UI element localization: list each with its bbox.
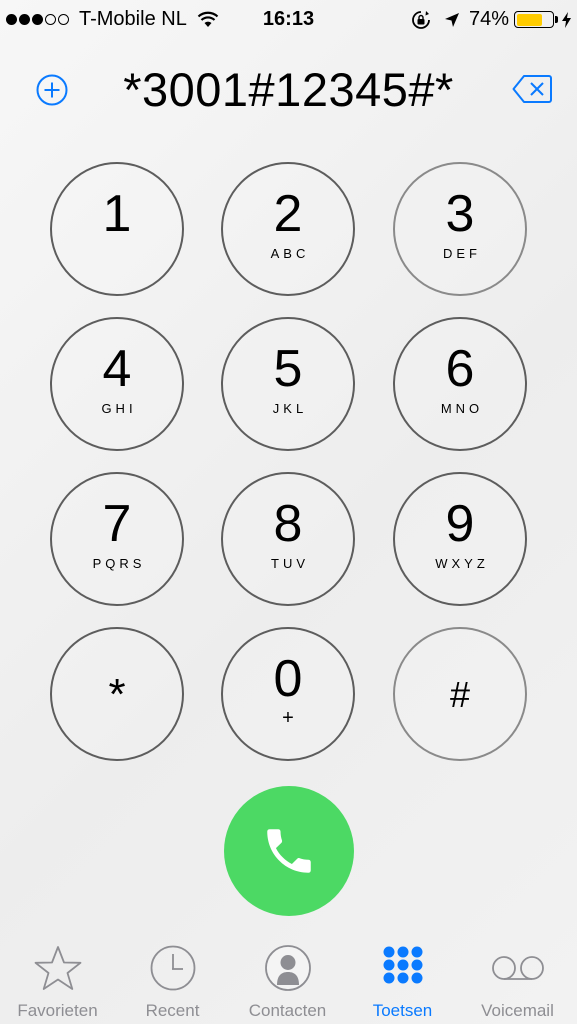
key-digit: 4	[102, 340, 132, 398]
clock-icon	[150, 945, 195, 991]
key-digit: 7	[102, 495, 132, 553]
rotation-lock-icon	[412, 10, 430, 29]
key-1[interactable]: 1	[50, 162, 184, 296]
tab-label: Toetsen	[372, 1001, 433, 1020]
key-letters: TUV	[271, 556, 309, 571]
key-digit: 6	[445, 340, 475, 398]
contact-icon	[264, 945, 311, 991]
battery-percent: 74%	[468, 8, 509, 30]
key-letters: ABC	[270, 246, 310, 261]
location-icon	[444, 12, 459, 27]
key-star[interactable]: *	[50, 627, 184, 761]
voicemail-icon	[491, 956, 544, 980]
key-digit: 8	[273, 495, 303, 553]
key-letters: PQRS	[92, 556, 146, 571]
key-letters: MNO	[440, 401, 484, 416]
key-letters: JKL	[272, 401, 308, 416]
key-letters: GHI	[101, 401, 137, 416]
tab-favorieten[interactable]: Favorieten	[0, 934, 115, 1024]
battery-tip	[555, 16, 558, 23]
battery-icon	[514, 11, 554, 28]
tab-voicemail[interactable]: Voicemail	[460, 934, 575, 1024]
dialed-number: *3001#12345#*	[123, 63, 454, 116]
key-0[interactable]: 0 +	[221, 627, 355, 761]
tab-bar: Favorieten Recent Contacten Toetsen Voic…	[0, 934, 577, 1024]
battery-fill	[516, 13, 543, 26]
key-letters: DEF	[443, 246, 481, 261]
status-right: 74%	[411, 8, 571, 31]
tab-toetsen[interactable]: Toetsen	[345, 934, 460, 1024]
key-digit: 9	[445, 495, 475, 553]
status-bar: T-Mobile NL 16:13 74%	[0, 0, 577, 38]
tab-label: Recent	[145, 1001, 200, 1020]
key-6[interactable]: 6 MNO	[393, 317, 527, 451]
key-4[interactable]: 4 GHI	[50, 317, 184, 451]
key-9[interactable]: 9 WXYZ	[393, 472, 527, 606]
backspace-icon[interactable]	[512, 74, 552, 104]
tab-label: Contacten	[248, 1001, 327, 1020]
number-row: *3001#12345#*	[0, 56, 577, 126]
phone-icon	[267, 829, 311, 873]
key-8[interactable]: 8 TUV	[221, 472, 355, 606]
key-2[interactable]: 2 ABC	[221, 162, 355, 296]
add-contact-icon[interactable]	[35, 73, 69, 107]
key-hash[interactable]: #	[393, 627, 527, 761]
star-icon	[34, 946, 81, 990]
key-7[interactable]: 7 PQRS	[50, 472, 184, 606]
key-digit: 1	[102, 185, 132, 243]
key-digit: #	[449, 674, 471, 715]
key-digit: 0	[273, 650, 303, 708]
tab-label: Favorieten	[17, 1001, 98, 1020]
tab-label: Voicemail	[481, 1001, 554, 1020]
key-3[interactable]: 3 DEF	[393, 162, 527, 296]
charging-bolt-icon	[562, 11, 571, 28]
key-letters: WXYZ	[435, 556, 489, 571]
call-button[interactable]	[224, 786, 354, 916]
key-digit: 3	[445, 185, 475, 243]
key-digit: *	[108, 670, 126, 719]
key-letters: +	[282, 707, 294, 729]
tab-contacten[interactable]: Contacten	[230, 934, 345, 1024]
key-digit: 5	[273, 340, 303, 398]
tab-recent[interactable]: Recent	[115, 934, 230, 1024]
keypad-icon	[383, 946, 422, 984]
key-digit: 2	[273, 185, 303, 243]
key-5[interactable]: 5 JKL	[221, 317, 355, 451]
